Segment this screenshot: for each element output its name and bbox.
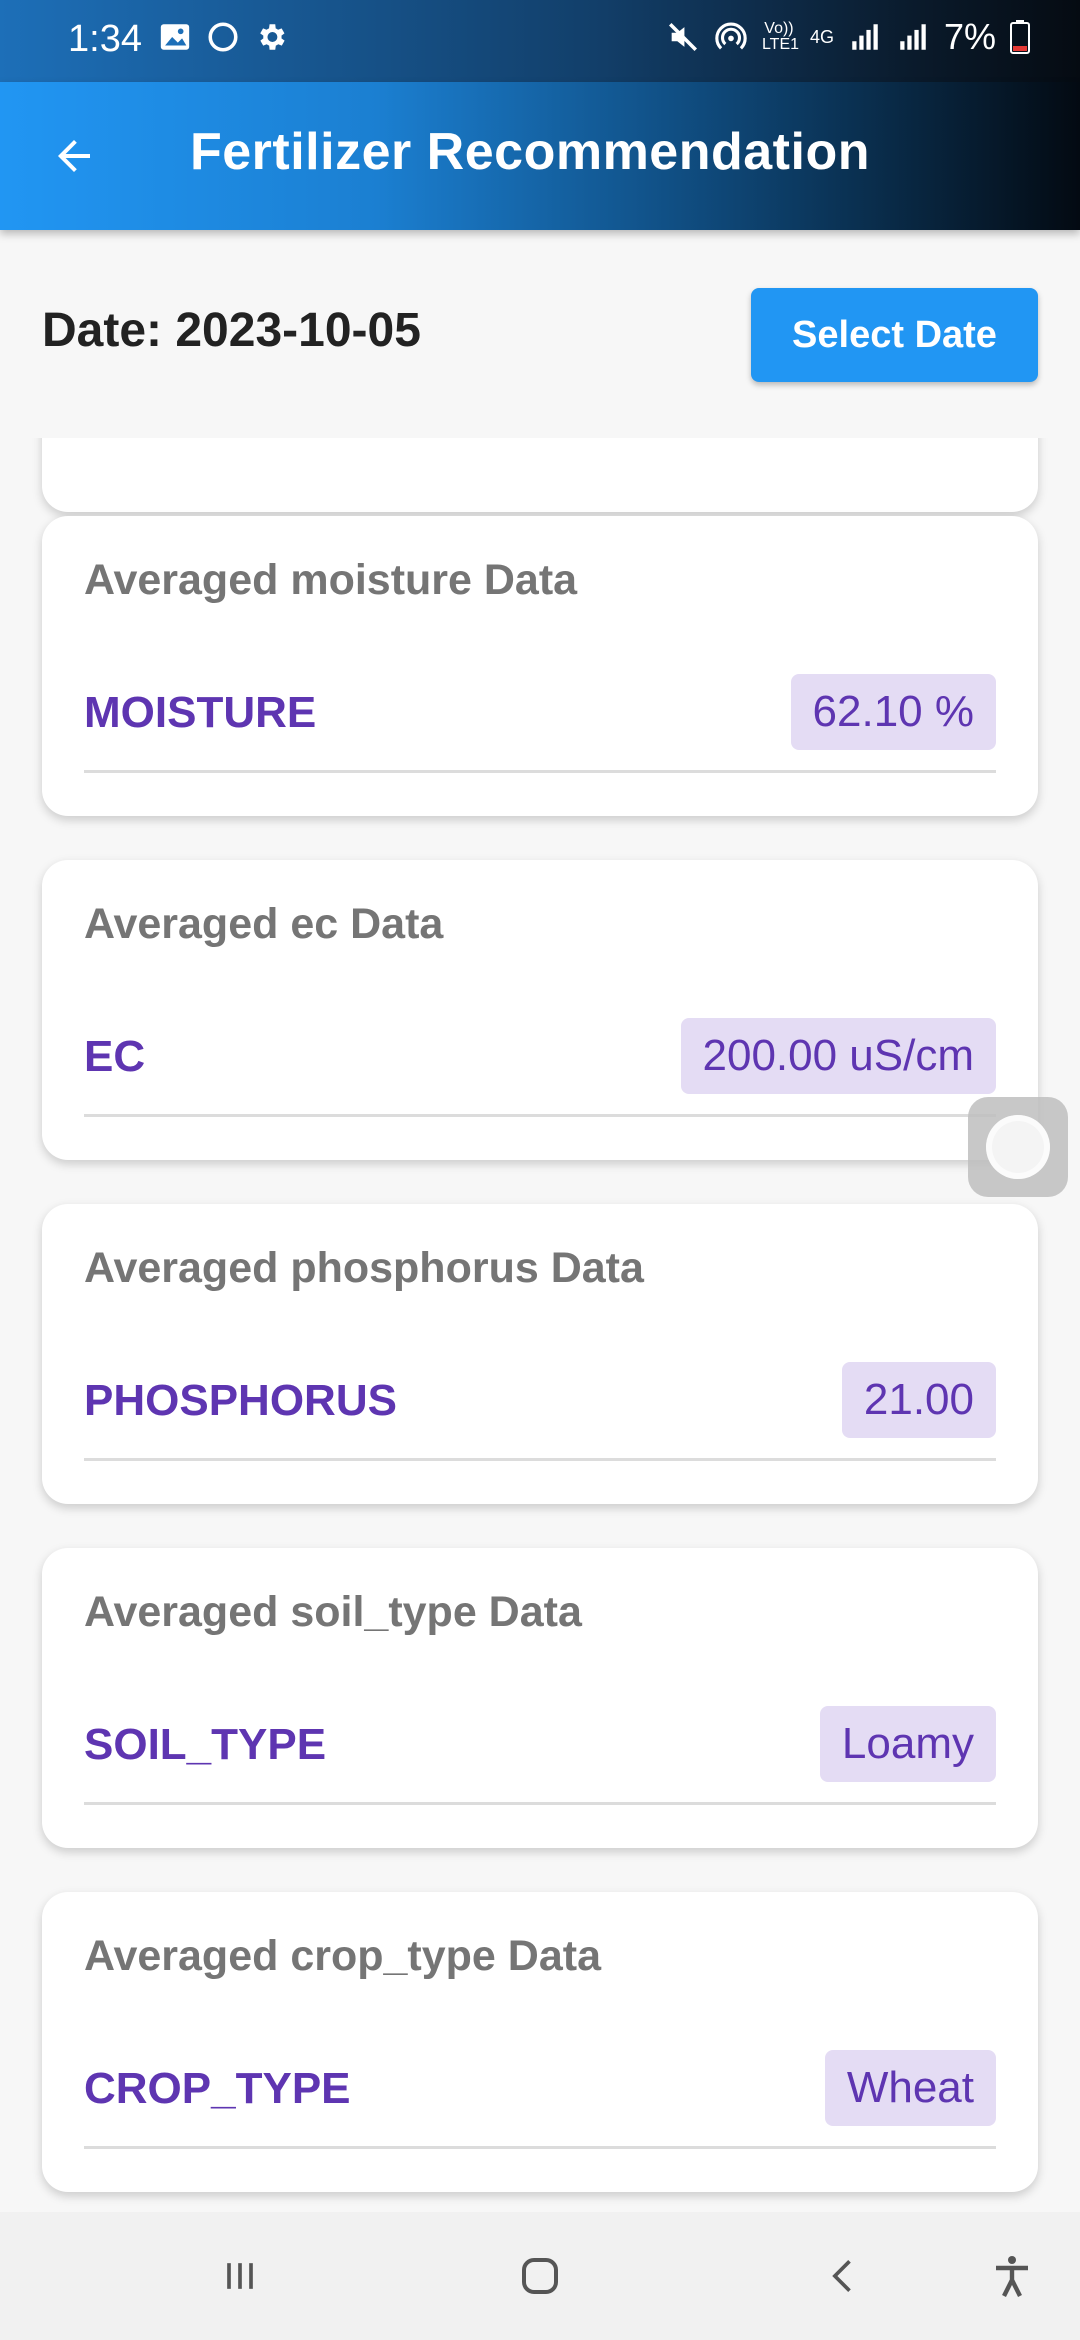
param-name: MOISTURE [84, 688, 317, 737]
param-value: 200.00 uS/cm [680, 1018, 996, 1094]
card-moisture: Averaged moisture Data MOISTURE 62.10 % [42, 516, 1038, 816]
status-left-icons [158, 20, 288, 54]
divider [84, 2146, 996, 2149]
card-ec: Averaged ec Data EC 200.00 uS/cm [42, 860, 1038, 1160]
hotspot-icon [715, 22, 747, 50]
card-partial [42, 438, 1038, 512]
card-title: Averaged phosphorus Data [84, 1244, 644, 1292]
param-name: CROP_TYPE [84, 2064, 351, 2113]
param-name: EC [84, 1032, 146, 1081]
param-name: PHOSPHORUS [84, 1376, 397, 1425]
back-icon [832, 2260, 851, 2292]
status-bar: 1:34 Vo)) LTE1 4G 7% [0, 0, 1080, 82]
card-title: Averaged soil_type Data [84, 1588, 582, 1636]
app-bar: Fertilizer Recommendation [0, 82, 1080, 230]
battery-icon [1010, 20, 1030, 54]
recents-icon [227, 2263, 253, 2289]
arrow-left-icon [58, 140, 90, 172]
divider [84, 1802, 996, 1805]
param-name: SOIL_TYPE [84, 1720, 327, 1769]
card-title: Averaged crop_type Data [84, 1932, 601, 1980]
divider [84, 1114, 996, 1117]
card-title: Averaged ec Data [84, 900, 444, 948]
home-icon [522, 2258, 558, 2294]
param-value: 21.00 [841, 1362, 996, 1438]
param-value: Loamy [819, 1706, 996, 1782]
signal-icon [900, 24, 926, 50]
divider [84, 1458, 996, 1461]
back-nav-button[interactable] [814, 2246, 874, 2306]
status-right-icons: Vo)) LTE1 4G 7% [666, 16, 1030, 58]
gear-icon [260, 24, 285, 50]
param-value: Wheat [824, 2050, 996, 2126]
select-date-button[interactable]: Select Date [751, 288, 1038, 382]
battery-percent: 7% [943, 16, 996, 57]
param-value: 62.10 % [790, 674, 996, 750]
home-button[interactable] [510, 2246, 570, 2306]
card-crop-type: Averaged crop_type Data CROP_TYPE Wheat [42, 1892, 1038, 2192]
system-nav-bar [0, 2212, 1080, 2340]
network-label-volte: Vo)) LTE1 [761, 20, 800, 53]
status-time: 1:34 [68, 18, 142, 60]
circle-icon [208, 22, 238, 52]
network-label-4g: 4G [809, 26, 834, 47]
accessibility-icon [996, 2256, 1028, 2297]
card-title: Averaged moisture Data [84, 556, 578, 604]
mute-icon [668, 22, 697, 52]
card-soil-type: Averaged soil_type Data SOIL_TYPE Loamy [42, 1548, 1038, 1848]
card-phosphorus: Averaged phosphorus Data PHOSPHORUS 21.0… [42, 1204, 1038, 1504]
cards-list[interactable]: Averaged moisture Data MOISTURE 62.10 % … [0, 438, 1080, 2212]
assistive-touch-icon [986, 1115, 1050, 1179]
date-label: Date: 2023-10-05 [42, 304, 421, 357]
assistive-touch-button[interactable] [968, 1097, 1068, 1197]
signal-icon [852, 24, 878, 50]
back-button[interactable] [40, 122, 108, 190]
divider [84, 770, 996, 773]
accessibility-button[interactable] [982, 2246, 1042, 2306]
page-title: Fertilizer Recommendation [190, 123, 870, 181]
image-icon [160, 24, 190, 50]
recents-button[interactable] [210, 2246, 270, 2306]
